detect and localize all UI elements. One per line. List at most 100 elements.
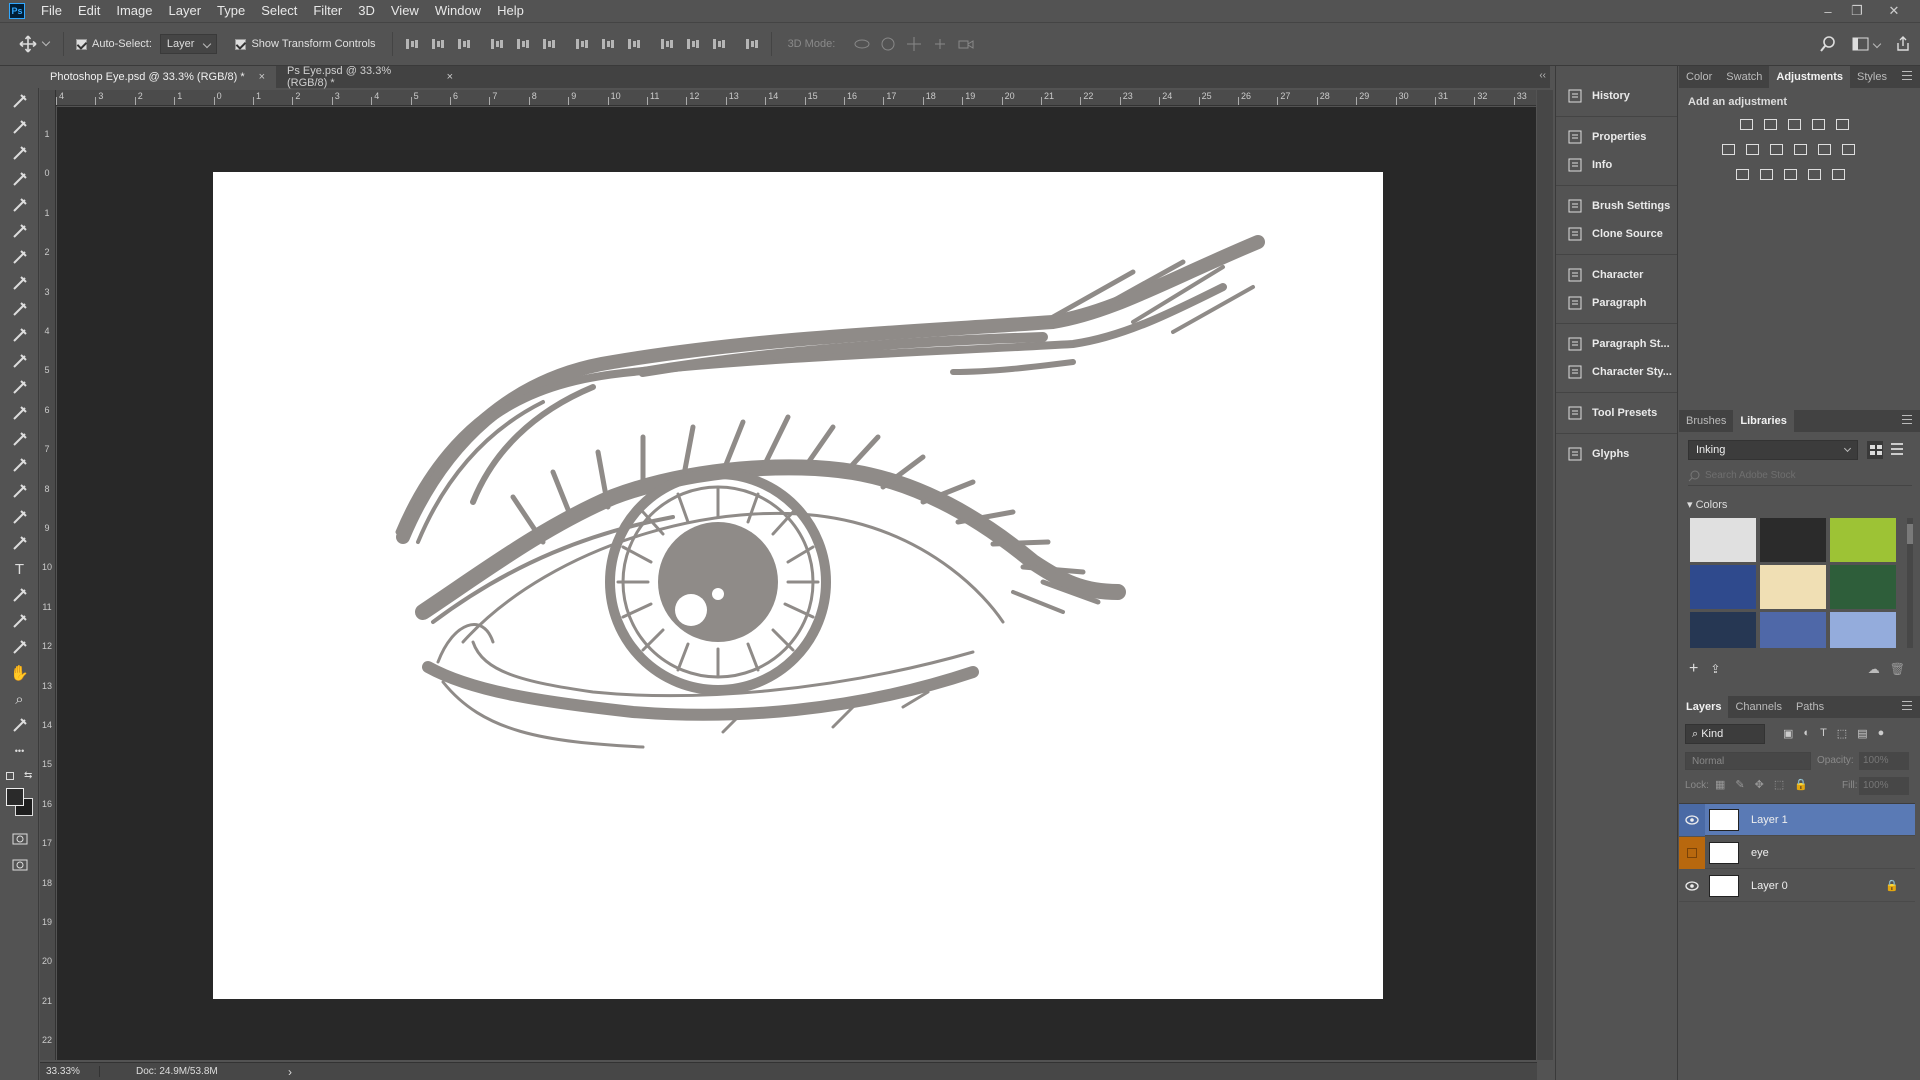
- panel-menu-icon[interactable]: [1902, 71, 1912, 80]
- visibility-hidden-icon[interactable]: [1679, 836, 1705, 869]
- type-tool-icon[interactable]: T: [0, 556, 39, 582]
- dock-info[interactable]: Info: [1556, 151, 1677, 179]
- blur-tool-icon[interactable]: [0, 478, 39, 504]
- lock-position-icon[interactable]: ✥: [1755, 778, 1764, 791]
- library-dropdown[interactable]: Inking: [1688, 440, 1858, 460]
- 3d-camera-icon[interactable]: [956, 34, 976, 54]
- type-filter-icon[interactable]: T: [1820, 727, 1827, 740]
- dock-history[interactable]: History: [1556, 82, 1677, 110]
- dock-character[interactable]: Character: [1556, 261, 1677, 289]
- document-canvas[interactable]: [213, 172, 1383, 999]
- align-top-edges-icon[interactable]: [402, 34, 422, 54]
- fill-field[interactable]: 100%: [1859, 777, 1909, 795]
- history-brush-tool-icon[interactable]: [0, 400, 39, 426]
- tab-color[interactable]: Color: [1679, 66, 1719, 88]
- upload-icon[interactable]: ⇪: [1710, 662, 1720, 676]
- align-right-edges-icon[interactable]: [539, 34, 559, 54]
- frame-tool-icon[interactable]: [0, 218, 39, 244]
- minimize-button[interactable]: –: [1814, 0, 1842, 22]
- status-menu-arrow[interactable]: ›: [288, 1065, 292, 1079]
- mixer-brush-tool-icon[interactable]: [0, 348, 39, 374]
- trash-icon[interactable]: 🗑: [1890, 662, 1905, 676]
- smart-object-filter-icon[interactable]: ▤: [1857, 727, 1867, 740]
- gradient-tool-icon[interactable]: [0, 452, 39, 478]
- shape-filter-icon[interactable]: ⬚: [1837, 727, 1847, 740]
- levels-icon[interactable]: [1761, 116, 1779, 132]
- rectangle-tool-icon[interactable]: [0, 634, 39, 660]
- color-swatch[interactable]: [1690, 565, 1756, 609]
- pixel-filter-icon[interactable]: ▣: [1783, 727, 1793, 740]
- marquee-tool-icon[interactable]: [0, 114, 39, 140]
- libraries-scrollbar[interactable]: [1907, 518, 1913, 648]
- 3d-pan-icon[interactable]: [904, 34, 924, 54]
- color-lookup-icon[interactable]: [1839, 141, 1857, 157]
- creative-cloud-icon[interactable]: ☁: [1868, 662, 1880, 676]
- sponge-tool-icon[interactable]: [0, 530, 39, 556]
- eraser-tool-icon[interactable]: [0, 426, 39, 452]
- collapse-arrows-icon[interactable]: ‹‹: [1539, 70, 1546, 81]
- tab-brushes[interactable]: Brushes: [1679, 410, 1733, 432]
- exposure-icon[interactable]: [1809, 116, 1827, 132]
- dock-glyphs[interactable]: Glyphs: [1556, 440, 1677, 468]
- menu-image[interactable]: Image: [108, 0, 160, 22]
- transform-controls-checkbox[interactable]: Show Transform Controls: [235, 38, 376, 50]
- selective-color-icon[interactable]: [1805, 166, 1823, 182]
- quick-mask-icon[interactable]: [0, 826, 39, 852]
- brightness-contrast-icon[interactable]: [1737, 116, 1755, 132]
- dock-tool-presets[interactable]: Tool Presets: [1556, 399, 1677, 427]
- tab-swatches[interactable]: Swatch: [1719, 66, 1769, 88]
- layer-row[interactable]: Layer 1: [1679, 803, 1915, 836]
- layer-row[interactable]: eye: [1679, 836, 1915, 869]
- dock-clone-source[interactable]: Clone Source: [1556, 220, 1677, 248]
- list-view-icon[interactable]: [1891, 443, 1903, 455]
- stock-search[interactable]: Search Adobe Stock: [1688, 466, 1912, 486]
- tab-styles[interactable]: Styles: [1850, 66, 1894, 88]
- gradient-map-icon[interactable]: [1829, 166, 1847, 182]
- default-colors-icon[interactable]: [6, 772, 14, 780]
- foreground-color-swatch[interactable]: [6, 788, 24, 806]
- auto-select-checkbox[interactable]: Auto-Select:: [76, 38, 152, 50]
- auto-align-icon[interactable]: [742, 34, 762, 54]
- lock-transparent-icon[interactable]: ▦: [1715, 778, 1725, 791]
- workspace-icon[interactable]: [1851, 34, 1871, 54]
- panel-menu-icon[interactable]: [1902, 701, 1912, 710]
- layer-filter-dropdown[interactable]: ⌕ Kind: [1685, 724, 1765, 744]
- hand-tool-icon[interactable]: ✋: [0, 660, 39, 686]
- dock-character-styles[interactable]: Character Sty...: [1556, 358, 1677, 386]
- color-swatch[interactable]: [1830, 565, 1896, 609]
- distribute-hcenter-icon[interactable]: [683, 34, 703, 54]
- align-bottom-edges-icon[interactable]: [454, 34, 474, 54]
- dock-paragraph-styles[interactable]: Paragraph St...: [1556, 330, 1677, 358]
- 3d-slide-icon[interactable]: [930, 34, 950, 54]
- visibility-eye-icon[interactable]: [1679, 870, 1705, 902]
- dock-brush-settings[interactable]: Brush Settings: [1556, 192, 1677, 220]
- swap-colors-icon[interactable]: ⇆: [24, 770, 32, 781]
- eyedropper-tool-icon[interactable]: [0, 244, 39, 270]
- dock-paragraph[interactable]: Paragraph: [1556, 289, 1677, 317]
- lasso-tool-icon[interactable]: [0, 140, 39, 166]
- move-tool-icon[interactable]: [18, 34, 38, 54]
- vibrance-icon[interactable]: [1833, 116, 1851, 132]
- pencil-tool-icon[interactable]: [0, 322, 39, 348]
- share-icon[interactable]: [1893, 34, 1913, 54]
- align-left-edges-icon[interactable]: [487, 34, 507, 54]
- menu-edit[interactable]: Edit: [70, 0, 108, 22]
- color-swatch[interactable]: [1830, 612, 1896, 648]
- checkbox-checked-icon[interactable]: [76, 38, 87, 50]
- color-swatch[interactable]: [1690, 518, 1756, 562]
- colors-section-header[interactable]: ▾ Colors: [1687, 498, 1727, 511]
- chevron-down-icon[interactable]: [1872, 39, 1882, 49]
- color-swatch[interactable]: [1760, 518, 1826, 562]
- tab-layers[interactable]: Layers: [1679, 696, 1729, 718]
- more-tools-icon[interactable]: •••: [0, 738, 39, 764]
- dock-properties[interactable]: Properties: [1556, 123, 1677, 151]
- blend-mode-dropdown[interactable]: Normal: [1685, 752, 1811, 770]
- clone-stamp-tool-icon[interactable]: [0, 374, 39, 400]
- 3d-roll-icon[interactable]: [878, 34, 898, 54]
- distribute-left-icon[interactable]: [657, 34, 677, 54]
- restore-button[interactable]: ❐: [1843, 0, 1871, 22]
- move-tool-icon[interactable]: [0, 88, 39, 114]
- tab-close-icon[interactable]: ×: [447, 71, 453, 83]
- lock-icon[interactable]: 🔒: [1885, 879, 1899, 892]
- tab-channels[interactable]: Channels: [1728, 696, 1788, 718]
